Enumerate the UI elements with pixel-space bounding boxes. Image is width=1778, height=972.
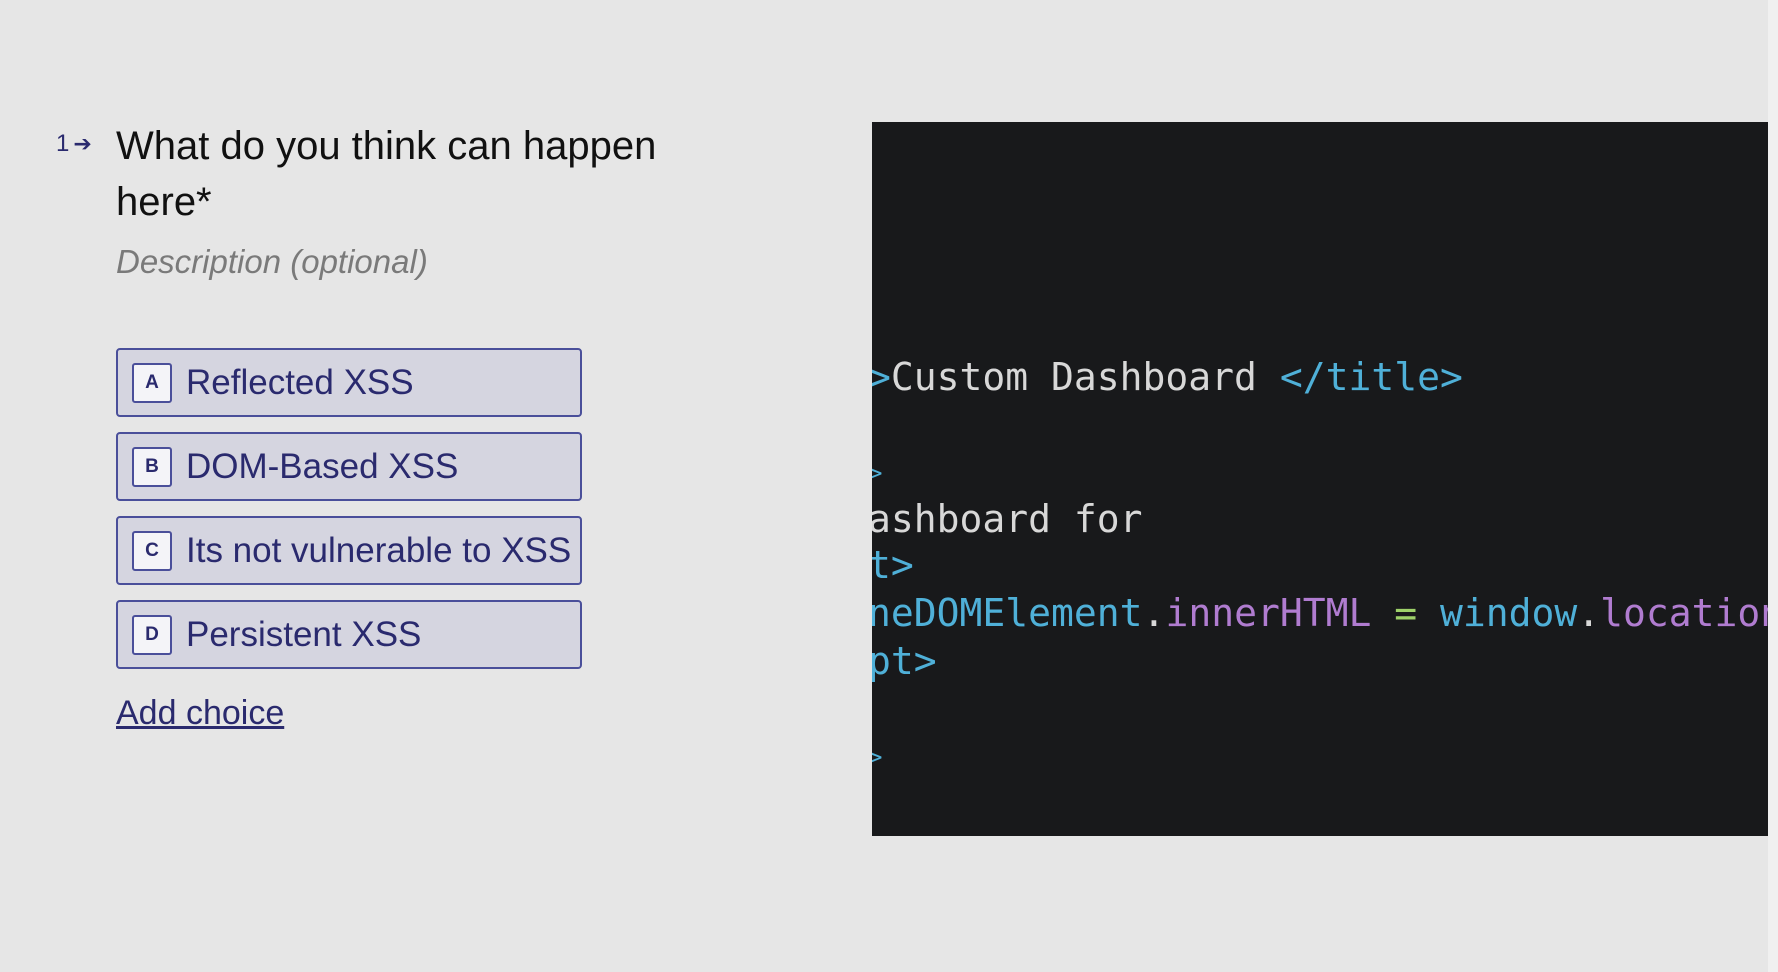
choice-key-badge: C bbox=[132, 530, 172, 571]
choice-key-badge: A bbox=[132, 362, 172, 403]
code-line: neDOMElement.innerHTML = window.location… bbox=[872, 591, 1768, 635]
code-line: ashboard for bbox=[872, 497, 1143, 541]
code-line: >Custom Dashboard </title> bbox=[872, 355, 1463, 399]
code-screenshot-image: >Custom Dashboard </title> > ashboard fo… bbox=[872, 122, 1768, 836]
question-number: 1 ➔ bbox=[56, 130, 92, 158]
arrow-right-icon: ➔ bbox=[73, 131, 92, 156]
choice-b[interactable]: B DOM-Based XSS bbox=[116, 432, 582, 501]
choice-c[interactable]: C Its not vulnerable to XSS bbox=[116, 516, 582, 585]
choice-label: Its not vulnerable to XSS bbox=[186, 530, 572, 570]
choice-a[interactable]: A Reflected XSS bbox=[116, 348, 582, 417]
choice-label: Persistent XSS bbox=[186, 614, 422, 654]
code-line: > bbox=[872, 743, 883, 771]
question-title[interactable]: What do you think can happen here* bbox=[116, 118, 696, 230]
choice-label: Reflected XSS bbox=[186, 362, 414, 402]
page-scrollbar[interactable] bbox=[1768, 0, 1778, 972]
code-line: t> bbox=[872, 543, 914, 587]
choice-key-badge: B bbox=[132, 446, 172, 487]
add-choice-link[interactable]: Add choice bbox=[116, 694, 284, 733]
code-line: pt> bbox=[872, 639, 937, 683]
question-number-value: 1 bbox=[56, 130, 70, 157]
code-line: > bbox=[872, 459, 883, 487]
choices-list: A Reflected XSS B DOM-Based XSS C Its no… bbox=[116, 348, 582, 684]
question-block: 1 ➔ What do you think can happen here* D… bbox=[52, 118, 712, 284]
choice-key-badge: D bbox=[132, 614, 172, 655]
description-field[interactable]: Description (optional) bbox=[116, 240, 712, 284]
choice-label: DOM-Based XSS bbox=[186, 446, 459, 486]
choice-d[interactable]: D Persistent XSS bbox=[116, 600, 582, 669]
